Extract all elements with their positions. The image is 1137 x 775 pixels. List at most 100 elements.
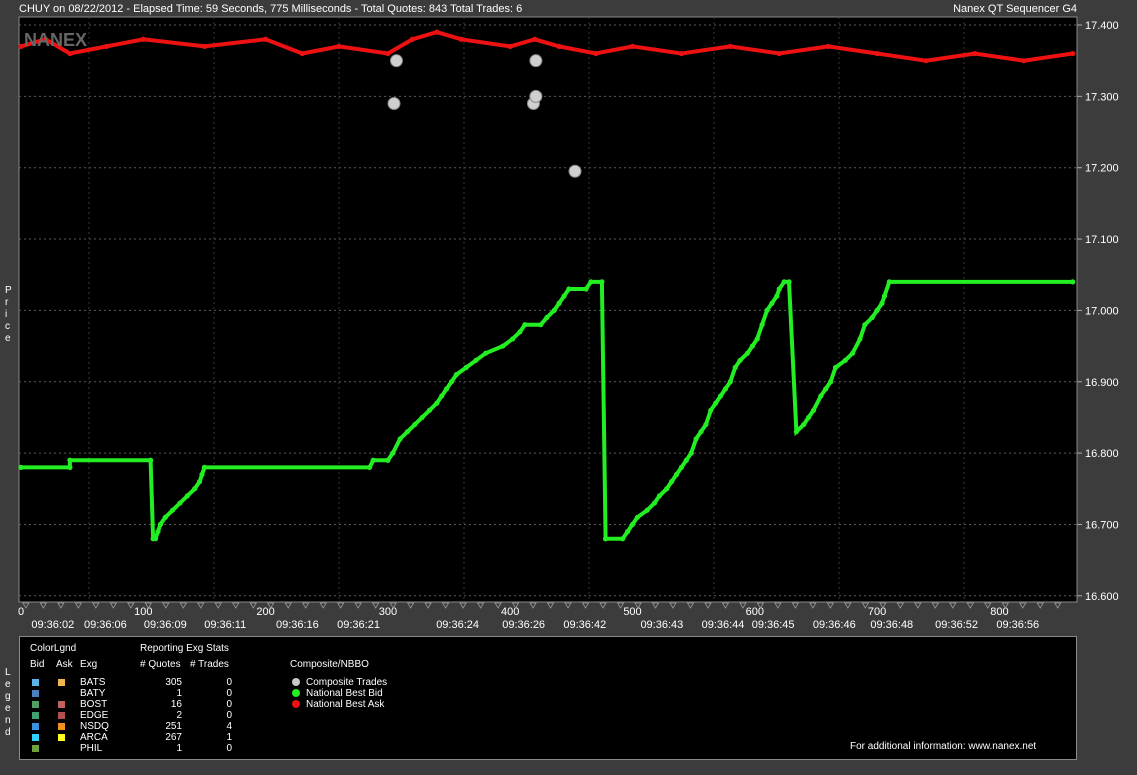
legend-quotes: 1: [176, 743, 182, 754]
x-marker: [1036, 602, 1044, 609]
x-marker: [914, 602, 922, 609]
footer-link-text: For additional information: www.nanex.ne…: [850, 741, 1037, 752]
legend-bid-swatch: [32, 690, 39, 697]
x-tick-label: 700: [868, 606, 886, 618]
best-bid-point: [625, 528, 631, 535]
best-bid-point: [786, 279, 792, 285]
x-marker: [791, 602, 800, 609]
best-bid-point: [404, 429, 411, 435]
best-bid-point: [678, 464, 685, 470]
best-ask-point: [201, 43, 208, 50]
x-marker: [441, 602, 450, 609]
best-bid-point: [192, 486, 198, 492]
legend-quotes: 251: [165, 721, 182, 732]
best-bid-point: [764, 307, 770, 313]
time-label: 09:36:46: [813, 619, 856, 631]
best-bid-point: [744, 350, 751, 356]
best-ask-point: [923, 58, 929, 64]
best-bid-point: [412, 421, 418, 428]
best-bid-point: [444, 386, 450, 392]
x-marker: [546, 602, 555, 609]
legend-quotes: 16: [170, 699, 182, 710]
best-bid-point: [18, 464, 24, 470]
x-marker: [459, 602, 467, 609]
x-axis: 0 100 200 300 400 500 600 700 80009:36:02 09:36:0…: [18, 602, 1062, 631]
x-marker: [1054, 602, 1062, 609]
best-bid-point: [806, 414, 812, 421]
best-bid-point: [453, 372, 459, 378]
best-bid-point: [879, 300, 885, 306]
composite-trade-point: [568, 164, 582, 178]
x-marker: [896, 602, 905, 609]
best-ask-point: [972, 50, 978, 57]
legend-col-exg: Exg: [80, 659, 98, 670]
best-ask-point: [104, 43, 110, 50]
best-bid-point: [708, 407, 714, 413]
best-bid-point: [810, 407, 817, 413]
best-bid-point: [483, 350, 489, 356]
best-bid-point: [517, 329, 523, 335]
time-label: 09:36:16: [276, 619, 319, 631]
legend-title: ColorLgnd: [30, 643, 77, 654]
best-bid-point: [566, 286, 572, 292]
legend-trades: 0: [226, 688, 232, 699]
best-ask-point: [385, 50, 391, 57]
best-bid-point: [561, 293, 567, 299]
time-label: 09:36:11: [204, 619, 246, 631]
best-bid-point: [722, 386, 729, 392]
x-marker: [127, 602, 135, 609]
best-bid-point: [155, 528, 161, 535]
x-marker: [651, 602, 660, 609]
x-tick-label: 300: [379, 606, 397, 618]
legend-bid-swatch: [32, 723, 39, 730]
best-bid-point: [556, 300, 562, 306]
best-bid-point: [510, 336, 516, 342]
legend-ask-swatch: [58, 679, 65, 686]
best-ask-point: [263, 36, 269, 42]
x-marker: [669, 602, 677, 609]
best-bid-point: [620, 536, 626, 542]
best-bid-point: [385, 457, 391, 463]
best-bid-point: [148, 457, 154, 463]
best-ask-point: [532, 36, 538, 42]
best-bid-point: [656, 493, 663, 499]
stats-col-quotes: # Quotes: [140, 659, 181, 670]
x-marker: [721, 602, 730, 609]
legend-bid-swatch: [32, 745, 39, 752]
x-marker: [599, 602, 607, 609]
legend-quotes: 267: [165, 732, 182, 743]
legend-bid-swatch: [32, 701, 39, 708]
composite-legend-label: Composite Trades: [306, 677, 388, 688]
best-bid-point: [629, 521, 636, 528]
stats-col-trades: # Trades: [190, 659, 229, 670]
x-marker: [774, 602, 782, 609]
legend-exchange: PHIL: [80, 743, 103, 754]
best-bid-point: [370, 457, 376, 463]
watermark-text: NANEX: [24, 30, 87, 50]
best-ask-point: [507, 43, 513, 50]
best-bid-point: [434, 400, 440, 406]
best-bid-point: [698, 429, 704, 435]
best-bid-point: [67, 464, 73, 470]
time-label: 09:36:45: [752, 619, 795, 631]
legend-col-ask: Ask: [56, 659, 73, 670]
legend-side-char: n: [5, 715, 11, 726]
time-label: 09:36:21: [337, 619, 380, 631]
legend-ask-swatch: [58, 734, 65, 741]
y-tick-label: 17.100: [1085, 234, 1119, 246]
x-marker: [39, 602, 48, 609]
composite-trade-point: [529, 89, 543, 103]
legend-ask-swatch: [58, 701, 65, 708]
best-bid-point: [774, 293, 780, 299]
best-bid-point: [688, 450, 694, 456]
x-marker: [844, 602, 852, 609]
legend-exchange: ARCA: [80, 732, 108, 743]
y-axis-label-char: i: [5, 309, 8, 320]
x-tick-label: 100: [134, 606, 152, 618]
x-marker: [949, 602, 957, 609]
composite-title: Composite/NBBO: [290, 659, 369, 670]
composite-legend-label: National Best Bid: [306, 688, 383, 699]
best-bid-point: [850, 350, 856, 356]
x-marker: [931, 602, 940, 609]
x-marker: [581, 602, 590, 609]
